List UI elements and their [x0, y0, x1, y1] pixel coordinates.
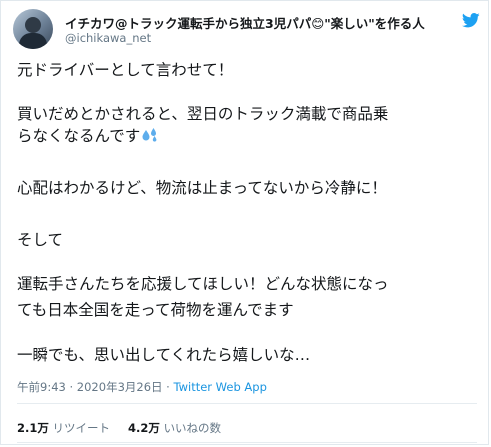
- tweet-text-fragment: らなくなるんです: [17, 127, 141, 145]
- tweet-card: イチカワ@トラック運転手から独立3児パパ😊"楽しい"を作る人 @ichikawa…: [0, 0, 489, 445]
- tweet-source-link[interactable]: Twitter Web App: [173, 380, 266, 394]
- retweet-label: リツイート: [52, 421, 111, 435]
- meta-separator: ·: [162, 380, 174, 394]
- tweet-timestamp: 午前9:43 · 2020年3月26日 · Twitter Web App: [17, 379, 267, 395]
- tweet-stats: 2.1万 リツイート 4.2万 いいねの数: [17, 420, 221, 436]
- like-count: 4.2万: [128, 421, 160, 435]
- tweet-text-line: 元ドライバーとして言わせて！: [17, 61, 234, 79]
- sweat-droplets-icon: [142, 128, 157, 142]
- divider: [17, 403, 477, 404]
- meta-separator: ·: [65, 380, 77, 394]
- twitter-bird-icon[interactable]: [462, 13, 480, 28]
- like-stat[interactable]: 4.2万 いいねの数: [128, 421, 221, 435]
- tweet-text-line: 運転手さんたちを応援してほしい！どんな状態になっ: [17, 275, 389, 293]
- tweet-text-line: らなくなるんです: [17, 125, 159, 147]
- tweet-text-line: 買いだめとかされると、翌日のトラック満載で商品乗: [17, 105, 389, 123]
- divider: [17, 442, 477, 443]
- tweet-header: イチカワ@トラック運転手から独立3児パパ😊"楽しい"を作る人 @ichikawa…: [13, 7, 480, 51]
- tweet-time[interactable]: 午前9:43: [17, 380, 66, 394]
- author-display-name[interactable]: イチカワ@トラック運転手から独立3児パパ😊"楽しい"を作る人: [65, 13, 425, 32]
- tweet-text-line: 心配はわかるけど、物流は止まってないから冷静に！: [17, 179, 387, 197]
- tweet-text-line: そして: [17, 231, 64, 249]
- like-label: いいねの数: [163, 421, 222, 435]
- tweet-text-line: 一瞬でも、思い出してくれたら嬉しいな…: [17, 346, 311, 364]
- retweet-stat[interactable]: 2.1万 リツイート: [17, 421, 110, 435]
- avatar[interactable]: [13, 9, 53, 49]
- author-handle[interactable]: @ichikawa_net: [65, 31, 151, 45]
- tweet-text-line: ても日本全国を走って荷物を運んでます: [17, 301, 294, 319]
- tweet-date[interactable]: 2020年3月26日: [77, 380, 163, 394]
- retweet-count: 2.1万: [17, 421, 49, 435]
